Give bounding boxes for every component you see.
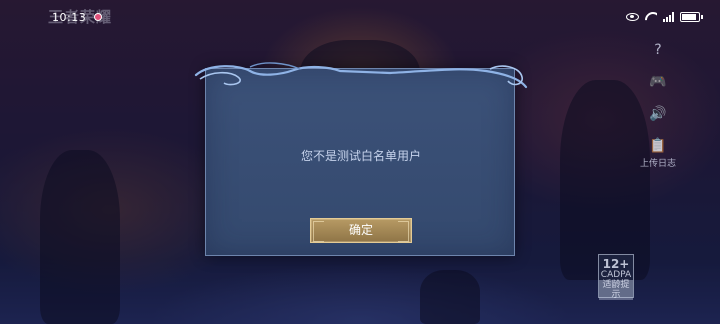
signal-icon <box>663 12 674 22</box>
age-rating-tip: 适龄提示 <box>599 280 633 300</box>
status-time: 10:13 <box>52 10 87 24</box>
gamepad-button[interactable]: 🎮 <box>638 74 678 90</box>
help-button[interactable]: ? <box>638 42 678 58</box>
log-icon: 📋 <box>649 138 667 154</box>
status-bar: 10:13 <box>0 0 720 34</box>
age-rating: 12+ <box>602 257 630 271</box>
dialog-message: 您不是测试白名单用户 <box>300 149 421 163</box>
sound-button[interactable]: 🔊 <box>638 106 678 122</box>
speaker-icon: 🔊 <box>649 106 667 122</box>
question-icon: ? <box>654 42 662 58</box>
battery-icon <box>680 12 703 22</box>
upload-log-label: 上传日志 <box>639 159 676 169</box>
upload-log-button[interactable]: 📋 上传日志 <box>638 138 678 169</box>
confirm-button[interactable]: 确定 <box>310 218 412 243</box>
gamepad-icon: 🎮 <box>649 74 667 90</box>
age-rating-badge: 12+ CADPA 适龄提示 <box>598 254 634 300</box>
whitelist-dialog: 您不是测试白名单用户 确定 <box>194 62 528 256</box>
eye-icon <box>626 13 639 21</box>
notification-dot-icon <box>94 13 103 21</box>
wifi-icon <box>645 12 657 22</box>
age-rating-org: CADPA <box>600 270 632 280</box>
side-toolbar: ? 🎮 🔊 📋 上传日志 <box>638 42 678 185</box>
